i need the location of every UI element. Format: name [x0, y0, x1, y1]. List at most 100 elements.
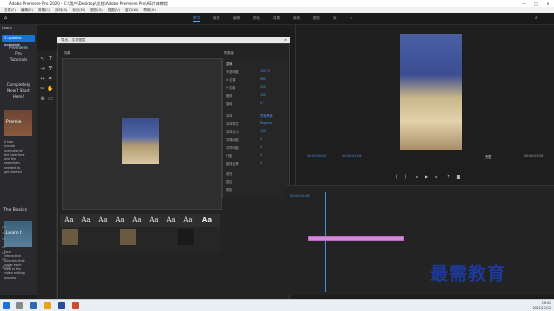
stroke-checkbox[interactable]: 描边 — [226, 179, 232, 184]
tab-learning[interactable]: 学习 — [193, 15, 200, 22]
workspace-bar: ⌂ 学习 组件 编辑 颜色 效果 音频 图形 库 » ⌕ — [0, 13, 554, 25]
prop-value[interactable]: 0 — [260, 161, 262, 165]
tutorial-thumbnail[interactable]: Premie — [4, 110, 32, 136]
tab-effects[interactable]: 效果 — [273, 15, 280, 22]
prop-label: 缩放 — [226, 94, 233, 98]
track-master[interactable]: 主声道 — [2, 265, 54, 270]
tab-graphics[interactable]: 图形 — [313, 15, 320, 22]
play-icon[interactable]: ▶ — [424, 174, 429, 179]
clip-thumbnail[interactable] — [62, 229, 78, 245]
prop-label: 基线位移 — [226, 162, 239, 166]
props-header: 变换 — [226, 62, 233, 66]
updates-button[interactable]: 5 updates available — [2, 35, 35, 47]
menu-file[interactable]: 文件(F) — [4, 8, 16, 12]
shadow-checkbox[interactable]: 阴影 — [226, 187, 232, 192]
viewer-tab-effects[interactable]: 效果 — [64, 50, 70, 55]
search-icon[interactable]: ⌕ — [535, 15, 538, 21]
font-sample[interactable]: Aa — [94, 214, 112, 227]
prop-label: 字体大小 — [226, 130, 239, 134]
vertical-text-icon[interactable]: Ͳ — [47, 66, 54, 73]
track-a3[interactable]: A3 — [2, 257, 54, 262]
font-sample[interactable]: Aa — [198, 214, 216, 227]
prop-value[interactable]: 0 — [260, 153, 262, 157]
home-icon[interactable]: ⌂ — [4, 15, 7, 21]
app-icon[interactable] — [72, 302, 79, 309]
prop-value[interactable]: 0 ° — [260, 101, 265, 105]
camera-icon[interactable]: ◙ — [456, 174, 461, 179]
track-v3[interactable]: V3 — [2, 225, 54, 230]
tab-color[interactable]: 颜色 — [253, 15, 260, 22]
hand-tool-icon[interactable]: ✋ — [47, 86, 54, 93]
window-title: Adobe Premiere Pro 2020 - C:\用户\Desktop\… — [9, 1, 168, 6]
prop-value[interactable]: 100 — [260, 129, 266, 133]
prop-label: X 位置 — [226, 78, 236, 82]
track-v2[interactable]: V2 — [2, 231, 54, 236]
prop-value[interactable]: 0 — [260, 137, 262, 141]
fill-checkbox[interactable]: 填充 — [226, 171, 232, 176]
prop-label: 字符间距 — [226, 146, 239, 150]
track-v1[interactable]: V1 — [2, 237, 54, 242]
minimize-button[interactable]: — — [518, 0, 530, 7]
font-sample[interactable]: Aa — [77, 214, 95, 227]
zoom-tool-icon[interactable]: ⊕ — [39, 96, 46, 103]
menu-clip[interactable]: 剪辑(C) — [38, 8, 50, 12]
tab-libraries[interactable]: 库 — [333, 15, 337, 22]
timecode-current[interactable]: 00:00:01:06 — [342, 154, 361, 158]
font-sample[interactable]: Aa — [162, 214, 180, 227]
timeline-clip[interactable] — [308, 236, 404, 241]
lift-icon[interactable]: ⤒ — [446, 174, 451, 179]
start-icon[interactable] — [3, 302, 10, 309]
ripple-edit-icon[interactable]: ↔ — [39, 76, 46, 83]
menu-view[interactable]: 视图(V) — [108, 8, 120, 12]
prop-value[interactable]: 0 — [260, 145, 262, 149]
track-select-icon[interactable]: ⇥ — [39, 66, 46, 73]
close-button[interactable]: ✕ — [542, 0, 554, 7]
font-sample[interactable]: Aa — [60, 214, 78, 227]
track-a2[interactable]: A2 — [2, 251, 54, 256]
mark-out-icon[interactable]: } — [403, 174, 408, 179]
playhead[interactable] — [325, 192, 326, 292]
explorer-icon[interactable] — [44, 302, 51, 309]
rectangle-tool-icon[interactable]: ▭ — [47, 96, 54, 103]
tab-audio[interactable]: 音频 — [293, 15, 300, 22]
clip-thumbnail[interactable] — [120, 229, 136, 245]
step-back-icon[interactable]: ◂ — [414, 174, 419, 179]
prop-value[interactable]: 思源黑体 — [260, 113, 273, 118]
panel-tab[interactable]: 所属组 — [224, 50, 234, 55]
search-taskbar-icon[interactable] — [16, 302, 23, 309]
taskview-icon[interactable] — [30, 302, 37, 309]
clip-thumbnail[interactable] — [178, 229, 194, 245]
prop-value[interactable]: 960 — [260, 77, 266, 81]
selection-tool-icon[interactable]: ↖ — [39, 56, 46, 63]
font-sample[interactable]: Aa — [128, 214, 146, 227]
system-clock[interactable]: 16:41 2021/11/12 — [533, 301, 551, 310]
mark-in-icon[interactable]: { — [394, 174, 399, 179]
font-sample[interactable]: Aa — [179, 214, 197, 227]
premiere-icon[interactable] — [58, 302, 65, 309]
timeline-timecode[interactable]: 00:00:01:06 — [290, 194, 309, 198]
menu-sequence[interactable]: 序列(S) — [55, 8, 67, 12]
text-tool-icon[interactable]: T — [47, 56, 54, 63]
prop-value[interactable]: 540 — [260, 85, 266, 89]
prop-value[interactable]: 100 % — [260, 69, 270, 73]
tab-more[interactable]: » — [350, 15, 352, 22]
razor-tool-icon[interactable]: ✂ — [39, 86, 46, 93]
prop-label: 字体 — [226, 114, 233, 118]
menu-edit[interactable]: 编辑(E) — [21, 8, 33, 12]
window-title-bar: Adobe Premiere Pro 2020 - C:\用户\Desktop\… — [0, 0, 554, 7]
fit-dropdown[interactable]: 完整 — [485, 154, 491, 159]
prop-value[interactable]: Regular — [260, 121, 272, 125]
menu-markers[interactable]: 标记(M) — [72, 8, 85, 12]
maximize-button[interactable]: □ — [530, 0, 542, 7]
menu-help[interactable]: 帮助(H) — [143, 8, 155, 12]
pen-tool-icon[interactable]: ✒ — [47, 76, 54, 83]
font-sample[interactable]: Aa — [145, 214, 163, 227]
track-a1[interactable]: A1 — [2, 245, 54, 250]
menu-graphics[interactable]: 图形(G) — [90, 8, 102, 12]
step-forward-icon[interactable]: ▸ — [434, 174, 439, 179]
prop-value[interactable]: 100 — [260, 93, 266, 97]
tab-assembly[interactable]: 组件 — [213, 15, 220, 22]
font-sample[interactable]: Aa — [111, 214, 129, 227]
tab-editing[interactable]: 编辑 — [233, 15, 240, 22]
menu-window[interactable]: 窗口(W) — [125, 8, 138, 12]
